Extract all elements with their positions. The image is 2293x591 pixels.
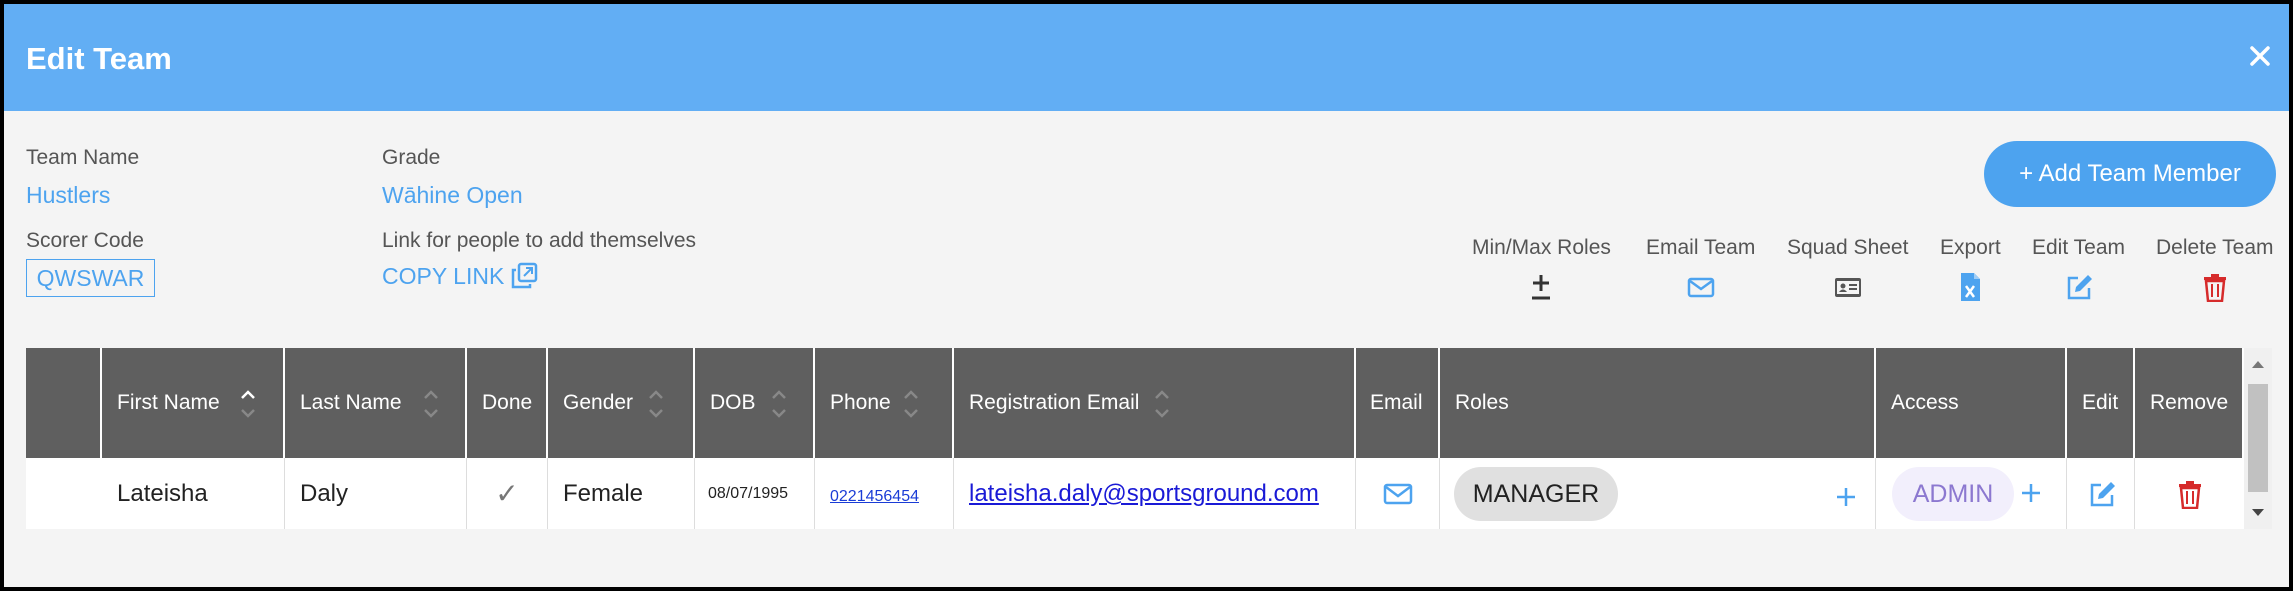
grade-value: Wāhine Open [382, 182, 523, 208]
edit-icon[interactable] [2087, 479, 2117, 509]
email-team-label: Email Team [1646, 236, 1756, 259]
gender-cell: Female [548, 458, 695, 529]
header-gender-label: Gender [563, 391, 634, 414]
header-done: Done [467, 348, 548, 458]
squad-sheet-action[interactable]: Squad Sheet [1787, 236, 1908, 302]
delete-team-action[interactable]: Delete Team [2156, 236, 2274, 302]
header-dob-label: DOB [710, 391, 756, 414]
role-pill-manager[interactable]: MANAGER [1454, 467, 1618, 521]
plus-minus-icon [1532, 275, 1551, 300]
remove-cell [2135, 458, 2244, 529]
header-edit: Edit [2067, 348, 2135, 458]
id-card-icon [1834, 278, 1861, 297]
first-name-cell: Lateisha [98, 458, 285, 529]
envelope-icon[interactable] [1382, 479, 1414, 509]
header-phone-label: Phone [830, 391, 891, 414]
roles-cell: MANAGER [1440, 458, 1876, 529]
email-cell [1356, 458, 1440, 529]
signup-link-label: Link for people to add themselves [382, 229, 697, 252]
edit-icon [2067, 275, 2092, 300]
edit-team-modal: Edit Team Team Name Hustlers Grade Wāhin… [4, 4, 2289, 587]
edit-team-action[interactable]: Edit Team [2032, 236, 2125, 302]
header-last-name-label: Last Name [300, 391, 402, 414]
scorer-code-label: Scorer Code [26, 229, 144, 252]
done-checkmark-icon: ✓ [467, 458, 548, 529]
registration-email-link[interactable]: lateisha.daly@sportsground.com [969, 480, 1319, 507]
table-row: Lateisha Daly ✓ Female 08/07/1995 022145… [26, 458, 2244, 529]
header-first-name[interactable]: First Name [102, 348, 285, 458]
copy-link-button[interactable]: COPY LINK [382, 262, 538, 290]
add-access-icon[interactable] [2020, 482, 2042, 504]
sort-icon [1155, 390, 1169, 418]
trash-icon [2203, 274, 2226, 302]
access-pill-admin[interactable]: ADMIN [1892, 467, 2014, 521]
export-label: Export [1940, 236, 2001, 259]
squad-sheet-label: Squad Sheet [1787, 236, 1909, 259]
email-team-action[interactable]: Email Team [1646, 236, 1755, 302]
sort-ascending-icon [241, 390, 255, 418]
header-registration-email-label: Registration Email [969, 391, 1140, 414]
scroll-thumb[interactable] [2248, 384, 2268, 492]
export-action[interactable]: Export [1940, 236, 2001, 302]
header-avatar [26, 348, 102, 458]
header-gender[interactable]: Gender [548, 348, 695, 458]
min-max-roles-label: Min/Max Roles [1472, 236, 1611, 259]
header-access: Access [1876, 348, 2067, 458]
header-email: Email [1356, 348, 1440, 458]
header-roles: Roles [1440, 348, 1876, 458]
team-name-value: Hustlers [26, 182, 111, 208]
edit-team-label: Edit Team [2032, 236, 2125, 259]
team-name-label: Team Name [26, 146, 140, 169]
scroll-up-icon[interactable] [2250, 358, 2266, 370]
sort-icon [424, 390, 438, 418]
header-remove: Remove [2135, 348, 2244, 458]
scroll-down-icon[interactable] [2250, 507, 2266, 519]
team-members-table: First Name Last Name Done Gender DOB Pho… [26, 348, 2244, 529]
copy-link-text: COPY LINK [382, 262, 505, 289]
modal-title: Edit Team [26, 41, 172, 76]
excel-file-icon [1961, 273, 1981, 301]
add-team-member-button[interactable]: + Add Team Member [1984, 141, 2276, 207]
sort-icon [649, 390, 663, 418]
header-registration-email[interactable]: Registration Email [954, 348, 1356, 458]
edit-cell [2067, 458, 2135, 529]
delete-team-label: Delete Team [2156, 236, 2274, 259]
last-name-cell: Daly [285, 458, 467, 529]
phone-link[interactable]: 0221456454 [830, 488, 919, 505]
add-role-icon[interactable] [1835, 486, 1857, 508]
copy-icon [512, 262, 538, 289]
registration-email-cell: lateisha.daly@sportsground.com [954, 458, 1356, 529]
modal-header: Edit Team [4, 4, 2289, 111]
dob-cell: 08/07/1995 [695, 458, 815, 529]
close-icon[interactable] [2245, 37, 2275, 73]
access-cell: ADMIN [1876, 458, 2067, 529]
table-scrollbar[interactable] [2244, 348, 2272, 529]
sort-icon [904, 390, 918, 418]
grade-label: Grade [382, 146, 441, 169]
envelope-icon [1687, 277, 1714, 298]
trash-icon[interactable] [2175, 479, 2205, 509]
sort-icon [772, 390, 786, 418]
scorer-code-value: QWSWAR [26, 259, 155, 297]
header-phone[interactable]: Phone [815, 348, 954, 458]
header-first-name-label: First Name [117, 391, 220, 414]
header-dob[interactable]: DOB [695, 348, 815, 458]
header-last-name[interactable]: Last Name [285, 348, 467, 458]
phone-cell: 0221456454 [815, 458, 954, 529]
min-max-roles-action[interactable]: Min/Max Roles [1472, 236, 1611, 302]
table-header: First Name Last Name Done Gender DOB Pho… [26, 348, 2244, 458]
